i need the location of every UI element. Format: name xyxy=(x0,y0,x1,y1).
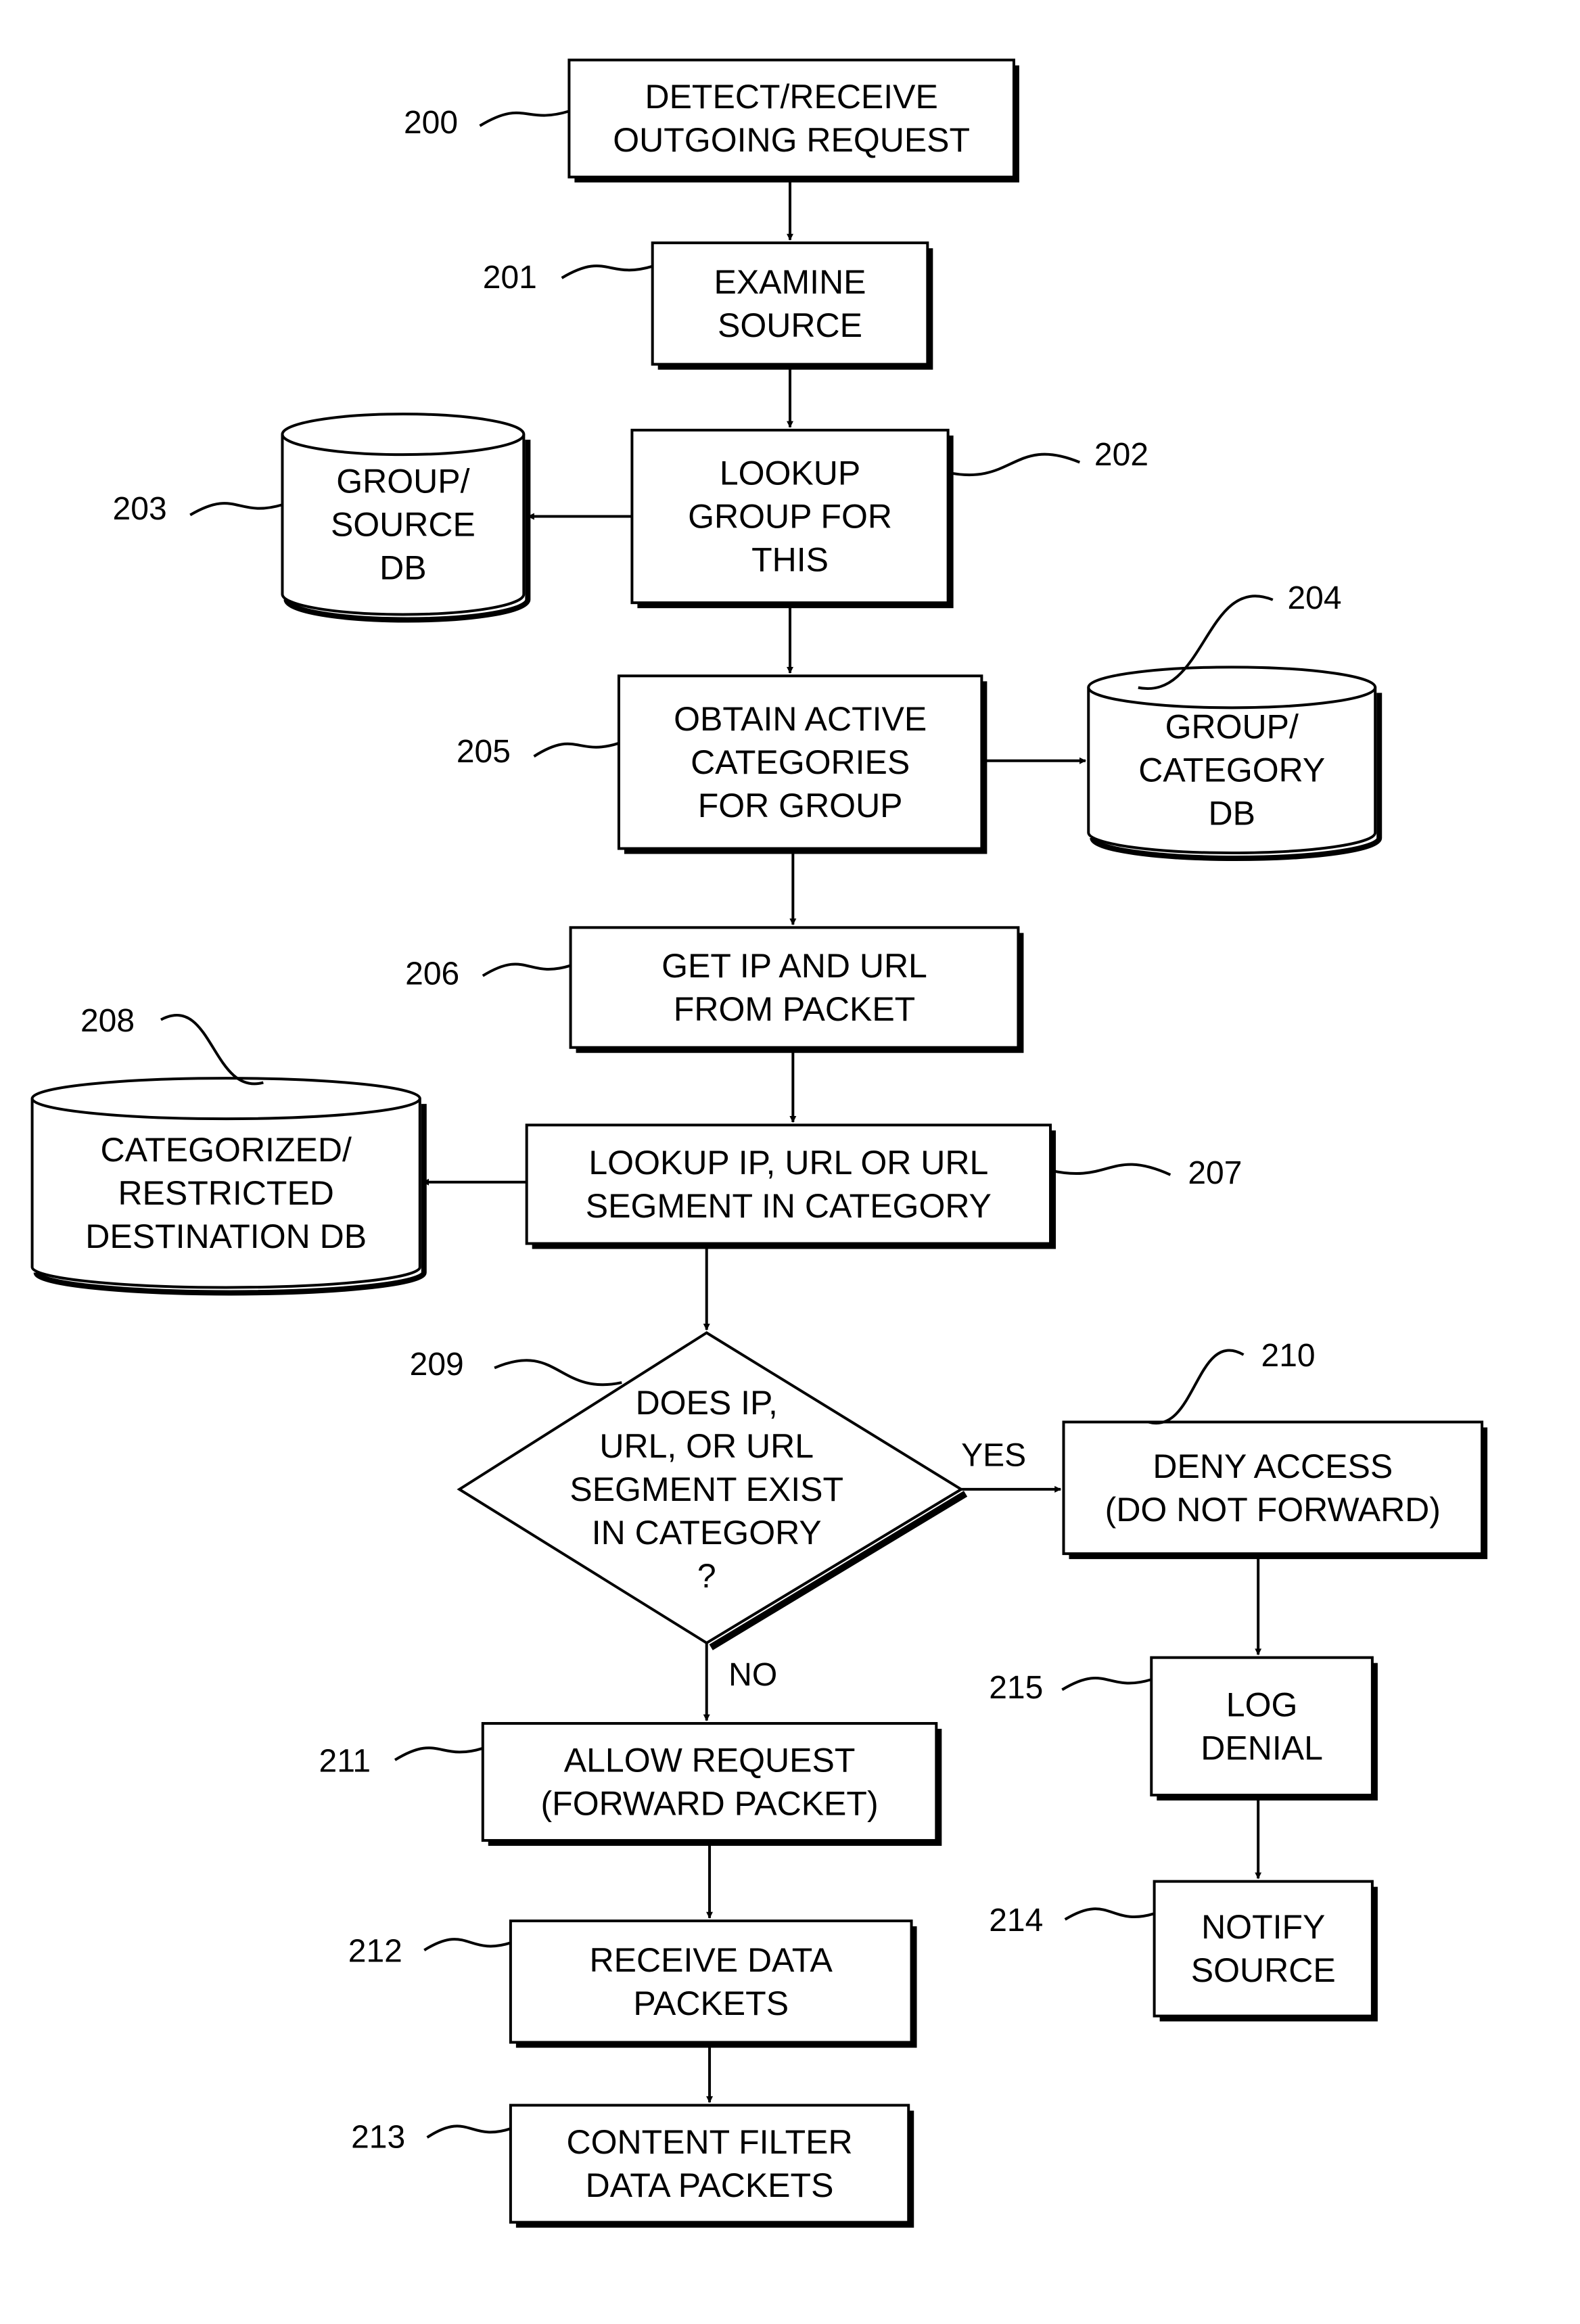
lookup-group-box: LOOKUP GROUP FOR THIS xyxy=(630,428,954,609)
ref-209: 209 xyxy=(410,1347,622,1387)
categorized-restricted-db-label-line: CATEGORIZED/ xyxy=(101,1131,352,1169)
detect-receive-request-box: DETECT/RECEIVE OUTGOING REQUEST xyxy=(567,58,1019,183)
flowchart: DETECT/RECEIVE OUTGOING REQUEST EXAMINE SOU… xyxy=(30,58,1488,2228)
notify-source-box-label-line: SOURCE xyxy=(1191,1951,1336,1989)
obtain-categories-box-label-line: OBTAIN ACTIVE xyxy=(674,700,927,738)
ref-211: 211 xyxy=(319,1743,484,1779)
svg-text:204: 204 xyxy=(1287,580,1341,616)
detect-receive-request-box-label-line: OUTGOING REQUEST xyxy=(613,121,970,159)
log-denial-box: LOG DENIAL xyxy=(1150,1656,1378,1801)
group-source-db-label-line: GROUP/ xyxy=(336,462,469,500)
decision-label-line: SEGMENT EXIST xyxy=(570,1470,843,1508)
examine-source-box-label-line: SOURCE xyxy=(718,306,862,344)
svg-text:201: 201 xyxy=(483,260,537,296)
log-denial-box-label-line: LOG xyxy=(1226,1686,1298,1723)
receive-data-box-label-line: RECEIVE DATA xyxy=(590,1941,833,1979)
ref-205: 205 xyxy=(457,734,620,770)
categorized-restricted-db: CATEGORIZED/RESTRICTED DESTINATION DB xyxy=(30,1077,427,1296)
allow-request-box: ALLOW REQUEST (FORWARD PACKET) xyxy=(481,1722,942,1846)
group-category-db-label-line: CATEGORY xyxy=(1138,751,1325,789)
detect-receive-request-box-label-line: DETECT/RECEIVE xyxy=(645,78,937,116)
ref-214: 214 xyxy=(989,1903,1155,1938)
deny-access-box-label-line: DENY ACCESS xyxy=(1153,1447,1393,1485)
lookup-group-box-label-line: THIS xyxy=(751,541,829,579)
yes-label: YES xyxy=(961,1437,1026,1473)
group-source-db-label-line: DB xyxy=(379,549,426,586)
get-ip-url-box: GET IP AND URL FROM PACKET xyxy=(569,926,1024,1053)
svg-text:214: 214 xyxy=(989,1903,1043,1938)
lookup-ip-url-box: LOOKUP IP, URL OR URL SEGMENT IN CATEGORY xyxy=(525,1123,1056,1249)
ref-203: 203 xyxy=(113,491,283,527)
svg-text:208: 208 xyxy=(80,1003,135,1039)
log-denial-box-label-line: DENIAL xyxy=(1201,1729,1323,1767)
svg-text:202: 202 xyxy=(1094,437,1148,473)
obtain-categories-box-label-line: FOR GROUP xyxy=(698,787,903,824)
content-filter-box-label-line: DATA PACKETS xyxy=(586,2166,834,2204)
group-category-db-label-line: DB xyxy=(1209,795,1255,833)
no-label: NO xyxy=(728,1657,777,1693)
notify-source-box: NOTIFY SOURCE xyxy=(1153,1880,1378,2022)
notify-source-box-label-line: NOTIFY xyxy=(1201,1908,1325,1946)
svg-text:203: 203 xyxy=(113,491,167,527)
decision-diamond: DOES IP, URL, OR URL SEGMENT EXIST IN CATEG… xyxy=(457,1331,968,1650)
group-category-db-label-line: GROUP/ xyxy=(1165,708,1299,746)
svg-text:211: 211 xyxy=(319,1743,371,1779)
lookup-ip-url-box-label-line: SEGMENT IN CATEGORY xyxy=(586,1187,992,1225)
allow-request-box-label-line: (FORWARD PACKET) xyxy=(541,1785,879,1823)
obtain-categories-box: OBTAIN ACTIVE CATEGORIES FOR GROUP xyxy=(617,674,988,854)
ref-215: 215 xyxy=(989,1670,1152,1706)
ref-200: 200 xyxy=(404,105,570,141)
content-filter-box-label-line: CONTENT FILTER xyxy=(566,2123,852,2161)
ref-208: 208 xyxy=(80,1003,264,1086)
lookup-ip-url-box-label-line: LOOKUP IP, URL OR URL xyxy=(588,1144,988,1182)
svg-text:207: 207 xyxy=(1188,1155,1242,1191)
content-filter-box: CONTENT FILTER DATA PACKETS xyxy=(509,2104,914,2228)
decision-label-line: URL, OR URL xyxy=(599,1427,814,1465)
group-source-db: GROUP/SOURCE DB xyxy=(281,413,531,623)
categorized-restricted-db-label-line: DESTINATION DB xyxy=(85,1217,367,1255)
ref-202: 202 xyxy=(948,437,1148,477)
receive-data-box-label-line: PACKETS xyxy=(633,1984,789,2022)
allow-request-box-label-line: ALLOW REQUEST xyxy=(564,1742,856,1780)
ref-210: 210 xyxy=(1148,1338,1316,1425)
ref-201: 201 xyxy=(483,260,653,296)
obtain-categories-box-label-line: CATEGORIES xyxy=(691,743,910,781)
ref-207: 207 xyxy=(1050,1155,1242,1191)
group-source-db-label-line: SOURCE xyxy=(331,505,475,543)
svg-text:213: 213 xyxy=(351,2119,405,2155)
lookup-group-box-label-line: LOOKUP xyxy=(720,455,860,492)
svg-text:209: 209 xyxy=(410,1347,464,1382)
svg-text:212: 212 xyxy=(348,1934,402,1970)
svg-text:210: 210 xyxy=(1261,1338,1316,1374)
svg-text:205: 205 xyxy=(457,734,511,770)
deny-access-box-label-line: (DO NOT FORWARD) xyxy=(1105,1491,1441,1529)
decision-label-line: ? xyxy=(697,1557,716,1595)
svg-text:200: 200 xyxy=(404,105,458,141)
lookup-group-box-label-line: GROUP FOR xyxy=(688,498,892,536)
svg-text:206: 206 xyxy=(405,956,459,992)
ref-213: 213 xyxy=(351,2119,511,2155)
decision-label-line: IN CATEGORY xyxy=(592,1514,822,1552)
categorized-restricted-db-label-line: RESTRICTED xyxy=(118,1174,333,1212)
get-ip-url-box-label-line: GET IP AND URL xyxy=(661,947,927,985)
examine-source-box: EXAMINE SOURCE xyxy=(651,241,933,370)
get-ip-url-box-label-line: FROM PACKET xyxy=(674,990,915,1028)
ref-206: 206 xyxy=(405,956,572,992)
receive-data-box: RECEIVE DATA PACKETS xyxy=(509,1920,917,2048)
ref-212: 212 xyxy=(348,1934,511,1970)
group-category-db: GROUP/CATEGORY DB xyxy=(1087,666,1382,862)
decision-label-line: DOES IP, xyxy=(636,1384,778,1422)
svg-text:215: 215 xyxy=(989,1670,1043,1706)
examine-source-box-label-line: EXAMINE xyxy=(714,263,866,301)
deny-access-box: DENY ACCESS (DO NOT FORWARD) xyxy=(1062,1420,1488,1560)
